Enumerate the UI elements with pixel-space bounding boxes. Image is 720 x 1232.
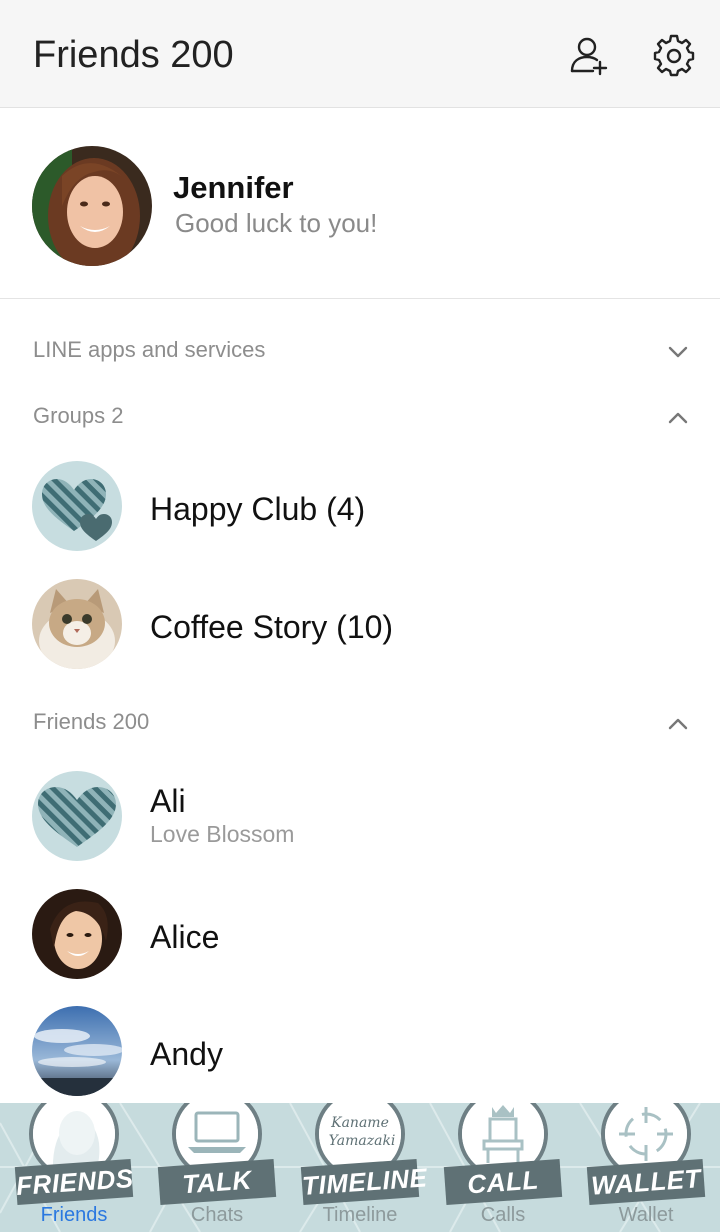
tab-label: Calls bbox=[480, 1204, 526, 1226]
tab-ribbon: CALL bbox=[443, 1159, 563, 1205]
friend-row-alice[interactable]: Alice bbox=[0, 889, 720, 999]
group-row-coffee-story[interactable]: Coffee Story (10) bbox=[0, 579, 720, 689]
bottom-tab-bar: FRIENDS Friends TALK Chats Kaname Yamaza… bbox=[0, 1103, 720, 1232]
tab-ribbon: TALK bbox=[157, 1159, 277, 1205]
friend-status-message: Love Blossom bbox=[150, 821, 295, 847]
tab-ribbon: TIMELINE bbox=[300, 1159, 428, 1205]
tab-chats[interactable]: TALK Chats bbox=[145, 1103, 289, 1232]
section-line-apps-services[interactable]: LINE apps and services bbox=[0, 320, 720, 380]
chevron-up-icon bbox=[668, 412, 688, 424]
friend-avatar bbox=[32, 771, 122, 861]
add-friend-button[interactable] bbox=[567, 34, 611, 78]
header-bar: Friends 200 bbox=[0, 0, 720, 108]
profile-avatar bbox=[32, 146, 152, 266]
friend-row-andy[interactable]: Andy bbox=[0, 1006, 720, 1116]
chevron-up-icon bbox=[668, 718, 688, 730]
group-name: Happy Club (4) bbox=[150, 491, 366, 527]
tab-wallet[interactable]: WALLET Wallet bbox=[574, 1103, 718, 1232]
add-friend-icon bbox=[570, 37, 608, 76]
group-avatar bbox=[32, 461, 122, 551]
section-label: Friends 200 bbox=[33, 709, 150, 734]
friend-name: Alice bbox=[150, 919, 220, 955]
profile-name: Jennifer bbox=[173, 170, 294, 205]
page-title: Friends 200 bbox=[33, 34, 234, 76]
friend-avatar bbox=[32, 889, 122, 979]
chevron-down-icon bbox=[668, 346, 688, 358]
gear-icon bbox=[653, 34, 695, 77]
section-label: LINE apps and services bbox=[33, 337, 266, 362]
tab-label: Wallet bbox=[618, 1204, 674, 1226]
friend-name: Ali bbox=[150, 783, 186, 819]
tab-friends[interactable]: FRIENDS Friends bbox=[2, 1103, 146, 1232]
tab-calls[interactable]: CALL Calls bbox=[431, 1103, 575, 1232]
section-groups[interactable]: Groups 2 bbox=[0, 386, 720, 446]
tab-ribbon: FRIENDS bbox=[14, 1159, 135, 1205]
tab-timeline[interactable]: Kaname Yamazaki TIMELINE Timeline bbox=[288, 1103, 432, 1232]
tab-label: Friends bbox=[40, 1204, 108, 1226]
tab-label: Chats bbox=[190, 1204, 244, 1226]
section-friends[interactable]: Friends 200 bbox=[0, 692, 720, 752]
my-profile[interactable]: Jennifer Good luck to you! bbox=[0, 108, 720, 299]
section-label: Groups 2 bbox=[33, 403, 124, 428]
friend-avatar bbox=[32, 1006, 122, 1096]
profile-status-message: Good luck to you! bbox=[175, 208, 378, 238]
group-row-happy-club[interactable]: Happy Club (4) bbox=[0, 461, 720, 571]
tab-label: Timeline bbox=[322, 1204, 398, 1226]
friend-name: Andy bbox=[150, 1036, 223, 1072]
group-avatar bbox=[32, 579, 122, 669]
svg-text:Yamazaki: Yamazaki bbox=[329, 1133, 396, 1149]
settings-button[interactable] bbox=[652, 34, 696, 78]
svg-text:Kaname: Kaname bbox=[330, 1115, 389, 1131]
friend-row-ali[interactable]: Ali Love Blossom bbox=[0, 771, 720, 881]
group-name: Coffee Story (10) bbox=[150, 609, 394, 645]
tab-ribbon: WALLET bbox=[586, 1159, 706, 1205]
